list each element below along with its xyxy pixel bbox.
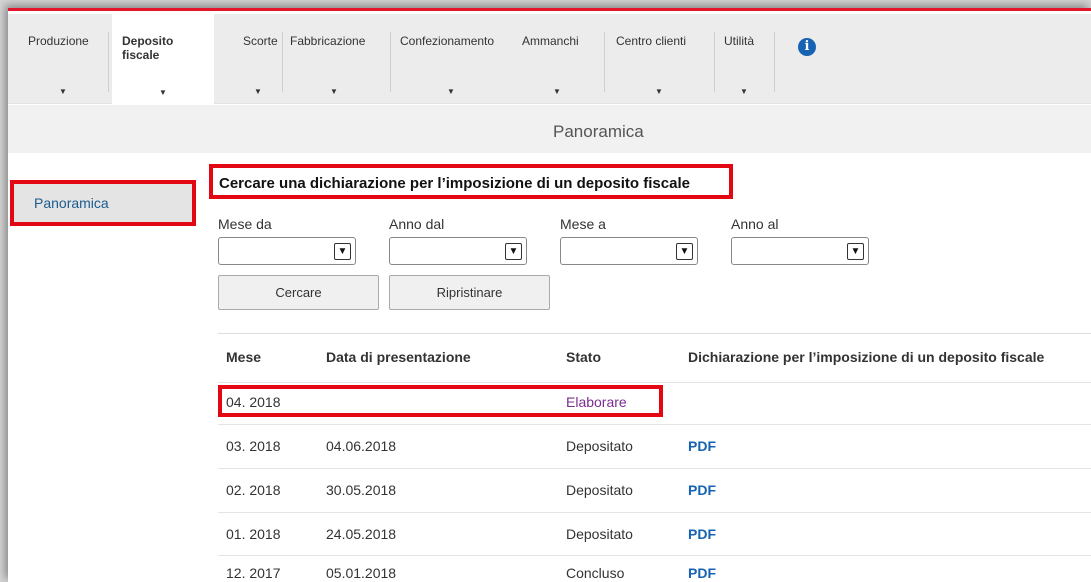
row-status: Concluso	[566, 565, 625, 581]
row-divider	[218, 555, 1091, 556]
row-status: Depositato	[566, 482, 633, 498]
year-to-select[interactable]: ▼	[731, 237, 869, 265]
chevron-down-icon: ▼	[655, 87, 663, 96]
year-to-label: Anno al	[731, 216, 779, 232]
row-date: 24.05.2018	[326, 526, 397, 542]
nav-label: Centro clienti	[616, 34, 687, 48]
column-header-month: Mese	[226, 349, 262, 365]
column-header-status: Stato	[566, 349, 601, 365]
row-divider	[218, 468, 1091, 469]
year-from-select[interactable]: ▼	[389, 237, 527, 265]
nav-item-confezionamento[interactable]: Confezionamento ▼	[390, 14, 512, 104]
search-button[interactable]: Cercare	[218, 275, 379, 310]
row-date: 05.01.2018	[326, 565, 397, 581]
pdf-link[interactable]: PDF	[688, 482, 716, 498]
column-header-submitted: Data di presentazione	[326, 349, 471, 365]
nav-divider	[604, 32, 605, 92]
pdf-link[interactable]: PDF	[688, 526, 716, 542]
form-title: Cercare una dichiarazione per l’imposizi…	[219, 175, 690, 192]
chevron-down-icon: ▼	[447, 87, 455, 96]
chevron-down-icon: ▼	[676, 243, 693, 260]
nav-label: Scorte	[243, 34, 278, 48]
row-divider	[218, 512, 1091, 513]
pdf-link[interactable]: PDF	[688, 565, 716, 581]
chevron-down-icon: ▼	[847, 243, 864, 260]
chevron-down-icon: ▼	[334, 243, 351, 260]
row-status: Depositato	[566, 526, 633, 542]
nav-label: Produzione	[28, 34, 89, 48]
row-date: 04.06.2018	[326, 438, 397, 454]
year-from-label: Anno dal	[389, 216, 445, 232]
month-from-label: Mese da	[218, 216, 272, 232]
nav-item-scorte[interactable]: Scorte ▼	[233, 14, 283, 104]
column-header-declaration: Dichiarazione per l’imposizione di un de…	[688, 349, 1045, 365]
chevron-down-icon: ▼	[740, 87, 748, 96]
sidebar-item-label: Panoramica	[34, 195, 109, 211]
nav-item-deposito-fiscale[interactable]: Deposito fiscale ▼	[112, 14, 214, 105]
row-month: 03. 2018	[226, 438, 281, 454]
reset-button[interactable]: Ripristinare	[389, 275, 550, 310]
month-to-select[interactable]: ▼	[560, 237, 698, 265]
row-month: 01. 2018	[226, 526, 281, 542]
chevron-down-icon: ▼	[59, 87, 67, 96]
row-month: 02. 2018	[226, 482, 281, 498]
nav-label: Deposito fiscale	[122, 34, 174, 62]
row-month: 12. 2017	[226, 565, 281, 581]
month-from-select[interactable]: ▼	[218, 237, 356, 265]
nav-label: Ammanchi	[522, 34, 579, 48]
month-to-label: Mese a	[560, 216, 606, 232]
app-frame: Produzione ▼ Deposito fiscale ▼ Scorte ▼…	[8, 8, 1091, 582]
row-divider	[218, 382, 1091, 383]
nav-divider	[108, 32, 109, 92]
nav-label: Fabbricazione	[290, 34, 366, 48]
nav-item-centro-clienti[interactable]: Centro clienti ▼	[606, 14, 712, 104]
chevron-down-icon: ▼	[505, 243, 522, 260]
row-highlight	[218, 385, 663, 417]
chevron-down-icon: ▼	[553, 87, 561, 96]
nav-item-utilita[interactable]: Utilità ▼	[714, 14, 774, 104]
nav-item-fabbricazione[interactable]: Fabbricazione ▼	[280, 14, 388, 104]
nav-label: Confezionamento	[400, 34, 495, 48]
page-title: Panoramica	[553, 122, 644, 141]
title-bar: Panoramica	[8, 105, 1091, 153]
sidebar-item-panoramica[interactable]: Panoramica	[10, 180, 196, 226]
top-accent-line	[8, 8, 1091, 11]
row-divider	[218, 424, 1091, 425]
chevron-down-icon: ▼	[254, 87, 262, 96]
nav-label: Utilità	[724, 34, 755, 48]
info-icon[interactable]: i	[798, 38, 816, 56]
nav-item-produzione[interactable]: Produzione ▼	[18, 14, 108, 104]
row-date: 30.05.2018	[326, 482, 397, 498]
nav-item-ammanchi[interactable]: Ammanchi ▼	[512, 14, 602, 104]
chevron-down-icon: ▼	[330, 87, 338, 96]
section-divider	[218, 333, 1091, 334]
chevron-down-icon: ▼	[159, 88, 167, 97]
main-nav: Produzione ▼ Deposito fiscale ▼ Scorte ▼…	[8, 14, 1091, 105]
pdf-link[interactable]: PDF	[688, 438, 716, 454]
nav-divider	[774, 32, 775, 92]
row-status: Depositato	[566, 438, 633, 454]
